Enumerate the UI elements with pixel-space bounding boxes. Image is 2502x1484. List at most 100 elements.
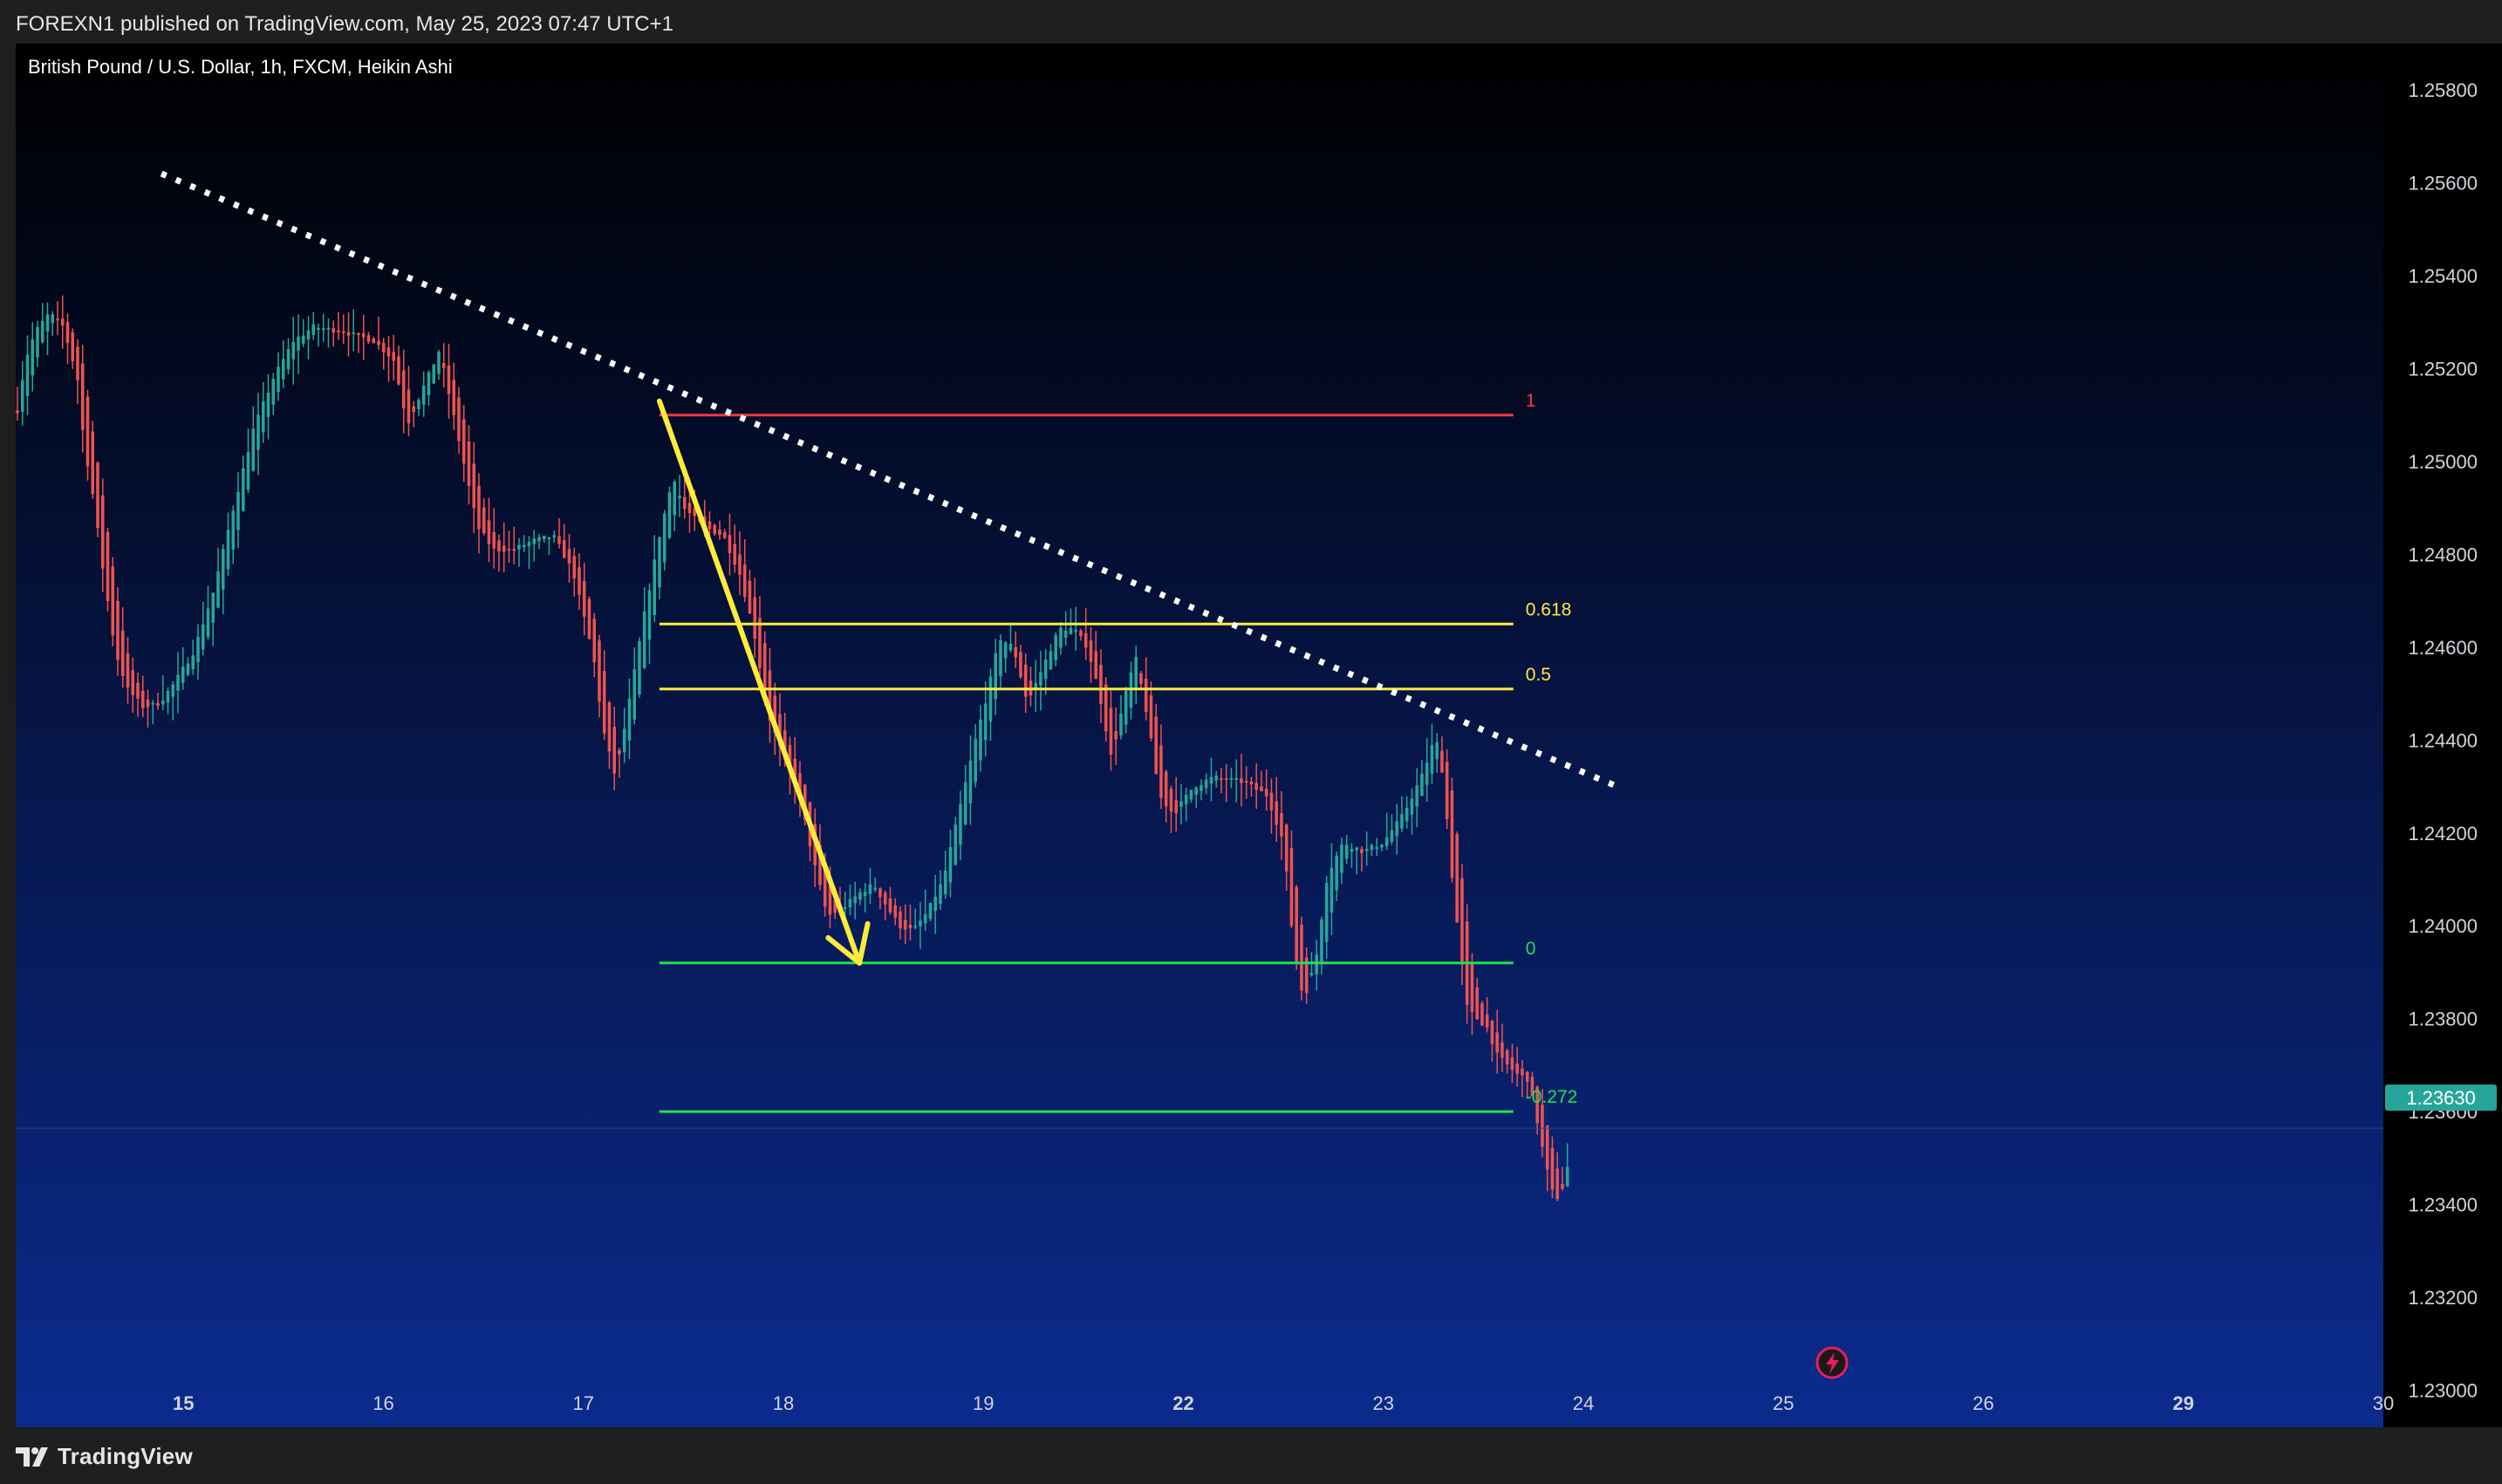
candle-body — [136, 682, 140, 699]
candle-body — [888, 898, 892, 913]
candle-body — [662, 513, 667, 563]
candle-body — [939, 884, 942, 905]
candle-body — [271, 379, 276, 405]
candle-body — [532, 538, 537, 544]
candle-body — [341, 331, 345, 333]
last-price-tag[interactable]: 1.23630 — [2385, 1084, 2497, 1111]
fib-level-label: 1 — [1526, 391, 1536, 411]
chart-panel[interactable]: 1 0.618 0.5 0 -0.272 British Pound / U.S. Do… — [16, 44, 2502, 1429]
candle-body — [1234, 777, 1238, 780]
candle-body — [687, 503, 692, 514]
candle-body — [607, 701, 612, 752]
candle-body — [266, 392, 270, 417]
candle-body — [1043, 660, 1048, 680]
candle-body — [1039, 672, 1042, 686]
candle-body — [1360, 849, 1364, 853]
candle-body — [742, 564, 747, 598]
candle-body — [181, 667, 185, 683]
candle-body — [653, 559, 656, 615]
time-tick-label: 15 — [173, 1392, 194, 1414]
candle-body — [176, 674, 180, 691]
candle-body — [903, 920, 907, 930]
candle-body — [161, 701, 165, 705]
candle-body — [186, 663, 190, 675]
tradingview-logo[interactable]: TradingView — [16, 1443, 193, 1470]
candle-body — [361, 333, 366, 338]
candle-body — [1501, 1042, 1504, 1058]
price-chart[interactable]: 1 0.618 0.5 0 -0.272 British Pound / U.S. Do… — [16, 44, 2502, 1429]
candle-body — [627, 698, 632, 741]
candle-body — [311, 324, 316, 335]
candle-body — [1109, 708, 1113, 755]
candle-body — [1144, 678, 1148, 712]
candle-body — [36, 326, 39, 358]
replay-lightning-icon[interactable] — [1815, 1346, 1849, 1379]
candle-body — [412, 406, 416, 413]
candle-body — [140, 690, 145, 708]
candle-body — [206, 608, 210, 638]
candle-body — [1550, 1147, 1555, 1190]
candle-down — [1295, 885, 1298, 970]
candle-body — [1023, 664, 1028, 697]
candle-body — [959, 804, 962, 845]
candle-body — [65, 322, 70, 343]
chart-title: British Pound / U.S. Dollar, 1h, FXCM, H… — [28, 56, 453, 78]
candle-body — [1209, 776, 1213, 784]
candle-body — [954, 824, 957, 865]
candle-body — [522, 544, 526, 548]
candle-body — [1541, 1104, 1544, 1147]
candle-body — [758, 618, 762, 668]
price-tick-label: 1.23800 — [2408, 1009, 2478, 1030]
candle-body — [417, 400, 420, 409]
candle-body — [1189, 790, 1193, 800]
candle-body — [1344, 845, 1349, 859]
time-tick-label: 18 — [773, 1392, 794, 1414]
candle-body — [983, 703, 988, 741]
candle-body — [256, 414, 260, 450]
candle-body — [1525, 1071, 1529, 1082]
candle-body — [1340, 845, 1343, 873]
candle-body — [1194, 787, 1198, 795]
candle-body — [1355, 847, 1358, 851]
candle-body — [1099, 665, 1103, 704]
candle-body — [357, 332, 360, 335]
candle-body — [848, 899, 852, 907]
candle-body — [598, 640, 601, 702]
candle-body — [201, 624, 205, 650]
candle-body — [1295, 886, 1298, 963]
candle-body — [853, 896, 857, 904]
candle-body — [682, 496, 687, 509]
candle-body — [878, 888, 882, 898]
candle-body — [1445, 762, 1449, 819]
candle-body — [85, 396, 90, 467]
candle-body — [988, 676, 993, 722]
candle-body — [1254, 783, 1258, 790]
candle-body — [1275, 801, 1278, 825]
candle-body — [1375, 847, 1378, 850]
time-tick-label: 17 — [573, 1392, 594, 1414]
candle-body — [1184, 794, 1188, 804]
fib-level-label: 0.618 — [1526, 599, 1572, 619]
candle-body — [908, 924, 913, 928]
candle-body — [467, 441, 471, 486]
candle-body — [1320, 919, 1323, 965]
candle-body — [286, 349, 291, 370]
candle-body — [1521, 1068, 1524, 1076]
candle-body — [377, 340, 380, 345]
candle-body — [507, 549, 511, 551]
candle-body — [1415, 785, 1418, 807]
time-tick-label: 19 — [973, 1392, 994, 1414]
candle-body — [91, 431, 95, 495]
candle-body — [542, 535, 546, 539]
tradingview-logo-icon — [16, 1446, 48, 1467]
price-tick-label: 1.23000 — [2408, 1379, 2478, 1401]
candle-body — [156, 702, 160, 706]
candle-body — [1049, 651, 1053, 670]
price-tick-label: 1.24400 — [2408, 729, 2478, 751]
candle-body — [56, 318, 59, 321]
candle-body — [843, 906, 847, 909]
candle-body — [512, 549, 516, 551]
candle-body — [733, 544, 736, 565]
candle-body — [492, 532, 496, 549]
candle-body — [1159, 745, 1163, 798]
